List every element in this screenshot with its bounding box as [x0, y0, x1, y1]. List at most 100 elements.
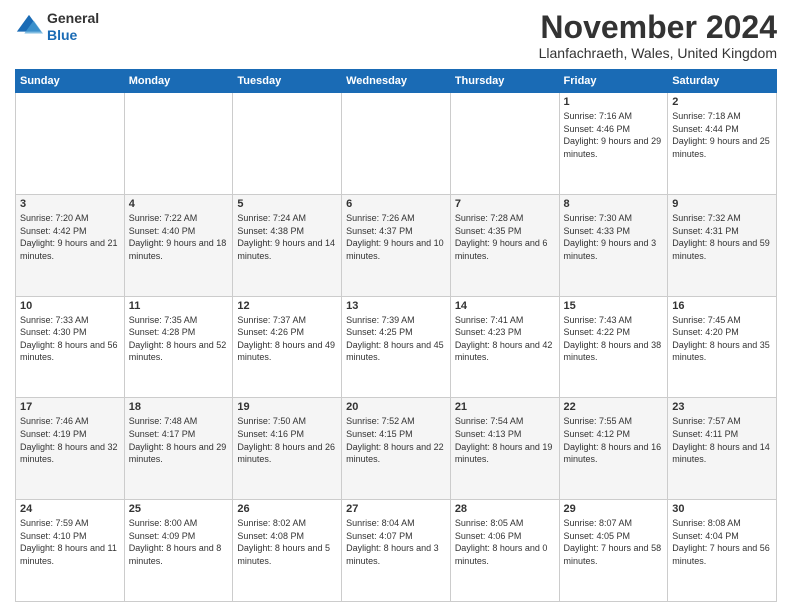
day-info: Sunrise: 7:54 AM Sunset: 4:13 PM Dayligh…: [455, 415, 555, 465]
calendar-cell: 24 Sunrise: 7:59 AM Sunset: 4:10 PM Dayli…: [16, 500, 125, 602]
calendar-table: SundayMondayTuesdayWednesdayThursdayFrid…: [15, 69, 777, 602]
day-number: 16: [672, 300, 772, 312]
calendar-cell: 16 Sunrise: 7:45 AM Sunset: 4:20 PM Dayli…: [668, 296, 777, 398]
day-number: 25: [129, 503, 229, 515]
title-block: November 2024 Llanfachraeth, Wales, Unit…: [539, 10, 777, 61]
day-info: Sunrise: 7:41 AM Sunset: 4:23 PM Dayligh…: [455, 314, 555, 364]
calendar-cell: 10 Sunrise: 7:33 AM Sunset: 4:30 PM Dayli…: [16, 296, 125, 398]
day-number: 21: [455, 401, 555, 413]
calendar-cell: 9 Sunrise: 7:32 AM Sunset: 4:31 PM Daylig…: [668, 194, 777, 296]
calendar-day-header: Friday: [559, 70, 668, 93]
calendar-cell: 25 Sunrise: 8:00 AM Sunset: 4:09 PM Dayli…: [124, 500, 233, 602]
day-number: 11: [129, 300, 229, 312]
day-number: 29: [564, 503, 664, 515]
day-number: 3: [20, 198, 120, 210]
day-info: Sunrise: 8:04 AM Sunset: 4:07 PM Dayligh…: [346, 517, 446, 567]
day-info: Sunrise: 7:28 AM Sunset: 4:35 PM Dayligh…: [455, 212, 555, 262]
calendar-cell: 13 Sunrise: 7:39 AM Sunset: 4:25 PM Dayli…: [342, 296, 451, 398]
calendar-cell: 18Sunrise: 7:48 AM Sunset: 4:17 PM Dayli…: [124, 398, 233, 500]
day-info: Sunrise: 7:35 AM Sunset: 4:28 PM Dayligh…: [129, 314, 229, 364]
calendar-cell: 27 Sunrise: 8:04 AM Sunset: 4:07 PM Dayli…: [342, 500, 451, 602]
day-info: Sunrise: 7:32 AM Sunset: 4:31 PM Dayligh…: [672, 212, 772, 262]
calendar-cell: 19 Sunrise: 7:50 AM Sunset: 4:16 PM Dayli…: [233, 398, 342, 500]
day-info: Sunrise: 7:43 AM Sunset: 4:22 PM Dayligh…: [564, 314, 664, 364]
calendar-week-row: 17 Sunrise: 7:46 AM Sunset: 4:19 PM Dayli…: [16, 398, 777, 500]
day-info: Sunrise: 7:55 AM Sunset: 4:12 PM Dayligh…: [564, 415, 664, 465]
calendar-cell: 12 Sunrise: 7:37 AM Sunset: 4:26 PM Dayli…: [233, 296, 342, 398]
day-info: Sunrise: 7:16 AM Sunset: 4:46 PM Dayligh…: [564, 110, 664, 160]
calendar-cell: 2Sunrise: 7:18 AM Sunset: 4:44 PM Daylig…: [668, 93, 777, 195]
location: Llanfachraeth, Wales, United Kingdom: [539, 45, 777, 61]
day-number: 10: [20, 300, 120, 312]
day-number: 2: [672, 96, 772, 108]
day-info: Sunrise: 8:02 AM Sunset: 4:08 PM Dayligh…: [237, 517, 337, 567]
day-number: 27: [346, 503, 446, 515]
calendar-cell: 14 Sunrise: 7:41 AM Sunset: 4:23 PM Dayli…: [450, 296, 559, 398]
day-number: 26: [237, 503, 337, 515]
day-info: Sunrise: 7:22 AM Sunset: 4:40 PM Dayligh…: [129, 212, 229, 262]
calendar-cell: 1 Sunrise: 7:16 AM Sunset: 4:46 PM Daylig…: [559, 93, 668, 195]
calendar-cell: [450, 93, 559, 195]
day-number: 1: [564, 96, 664, 108]
day-info: Sunrise: 7:33 AM Sunset: 4:30 PM Dayligh…: [20, 314, 120, 364]
day-info: Sunrise: 7:39 AM Sunset: 4:25 PM Dayligh…: [346, 314, 446, 364]
day-number: 12: [237, 300, 337, 312]
day-info: Sunrise: 7:57 AM Sunset: 4:11 PM Dayligh…: [672, 415, 772, 465]
calendar-cell: 29 Sunrise: 8:07 AM Sunset: 4:05 PM Dayli…: [559, 500, 668, 602]
day-info: Sunrise: 7:50 AM Sunset: 4:16 PM Dayligh…: [237, 415, 337, 465]
calendar-cell: 8Sunrise: 7:30 AM Sunset: 4:33 PM Daylig…: [559, 194, 668, 296]
logo: General Blue: [15, 10, 99, 44]
calendar-day-header: Thursday: [450, 70, 559, 93]
day-info: Sunrise: 7:59 AM Sunset: 4:10 PM Dayligh…: [20, 517, 120, 567]
day-info: Sunrise: 7:26 AM Sunset: 4:37 PM Dayligh…: [346, 212, 446, 262]
calendar-day-header: Monday: [124, 70, 233, 93]
calendar-cell: [342, 93, 451, 195]
day-info: Sunrise: 7:46 AM Sunset: 4:19 PM Dayligh…: [20, 415, 120, 465]
day-info: Sunrise: 7:52 AM Sunset: 4:15 PM Dayligh…: [346, 415, 446, 465]
logo-text: General Blue: [47, 10, 99, 44]
day-info: Sunrise: 8:07 AM Sunset: 4:05 PM Dayligh…: [564, 517, 664, 567]
day-number: 15: [564, 300, 664, 312]
day-info: Sunrise: 8:05 AM Sunset: 4:06 PM Dayligh…: [455, 517, 555, 567]
day-number: 9: [672, 198, 772, 210]
day-info: Sunrise: 7:37 AM Sunset: 4:26 PM Dayligh…: [237, 314, 337, 364]
day-number: 22: [564, 401, 664, 413]
day-number: 17: [20, 401, 120, 413]
calendar-week-row: 10 Sunrise: 7:33 AM Sunset: 4:30 PM Dayli…: [16, 296, 777, 398]
calendar-header-row: SundayMondayTuesdayWednesdayThursdayFrid…: [16, 70, 777, 93]
calendar-cell: 28Sunrise: 8:05 AM Sunset: 4:06 PM Dayli…: [450, 500, 559, 602]
day-number: 13: [346, 300, 446, 312]
day-number: 24: [20, 503, 120, 515]
day-number: 23: [672, 401, 772, 413]
logo-icon: [15, 13, 43, 41]
calendar-cell: 5Sunrise: 7:24 AM Sunset: 4:38 PM Daylig…: [233, 194, 342, 296]
day-number: 19: [237, 401, 337, 413]
calendar-cell: 30 Sunrise: 8:08 AM Sunset: 4:04 PM Dayli…: [668, 500, 777, 602]
calendar-cell: 3 Sunrise: 7:20 AM Sunset: 4:42 PM Daylig…: [16, 194, 125, 296]
day-number: 6: [346, 198, 446, 210]
day-info: Sunrise: 8:00 AM Sunset: 4:09 PM Dayligh…: [129, 517, 229, 567]
day-number: 30: [672, 503, 772, 515]
calendar-body: 1 Sunrise: 7:16 AM Sunset: 4:46 PM Daylig…: [16, 93, 777, 602]
day-number: 14: [455, 300, 555, 312]
calendar-cell: [124, 93, 233, 195]
calendar-cell: 6 Sunrise: 7:26 AM Sunset: 4:37 PM Daylig…: [342, 194, 451, 296]
calendar-cell: 4Sunrise: 7:22 AM Sunset: 4:40 PM Daylig…: [124, 194, 233, 296]
day-info: Sunrise: 7:48 AM Sunset: 4:17 PM Dayligh…: [129, 415, 229, 465]
calendar-cell: 20Sunrise: 7:52 AM Sunset: 4:15 PM Dayli…: [342, 398, 451, 500]
calendar-cell: 7 Sunrise: 7:28 AM Sunset: 4:35 PM Daylig…: [450, 194, 559, 296]
day-info: Sunrise: 7:45 AM Sunset: 4:20 PM Dayligh…: [672, 314, 772, 364]
calendar-week-row: 1 Sunrise: 7:16 AM Sunset: 4:46 PM Daylig…: [16, 93, 777, 195]
calendar-cell: 15 Sunrise: 7:43 AM Sunset: 4:22 PM Dayli…: [559, 296, 668, 398]
day-number: 5: [237, 198, 337, 210]
page-header: General Blue November 2024 Llanfachraeth…: [15, 10, 777, 61]
calendar-day-header: Wednesday: [342, 70, 451, 93]
calendar-week-row: 3 Sunrise: 7:20 AM Sunset: 4:42 PM Daylig…: [16, 194, 777, 296]
calendar-cell: 22 Sunrise: 7:55 AM Sunset: 4:12 PM Dayli…: [559, 398, 668, 500]
calendar-cell: 23 Sunrise: 7:57 AM Sunset: 4:11 PM Dayli…: [668, 398, 777, 500]
day-number: 7: [455, 198, 555, 210]
calendar-cell: 21 Sunrise: 7:54 AM Sunset: 4:13 PM Dayli…: [450, 398, 559, 500]
day-info: Sunrise: 7:20 AM Sunset: 4:42 PM Dayligh…: [20, 212, 120, 262]
day-info: Sunrise: 8:08 AM Sunset: 4:04 PM Dayligh…: [672, 517, 772, 567]
calendar-day-header: Sunday: [16, 70, 125, 93]
